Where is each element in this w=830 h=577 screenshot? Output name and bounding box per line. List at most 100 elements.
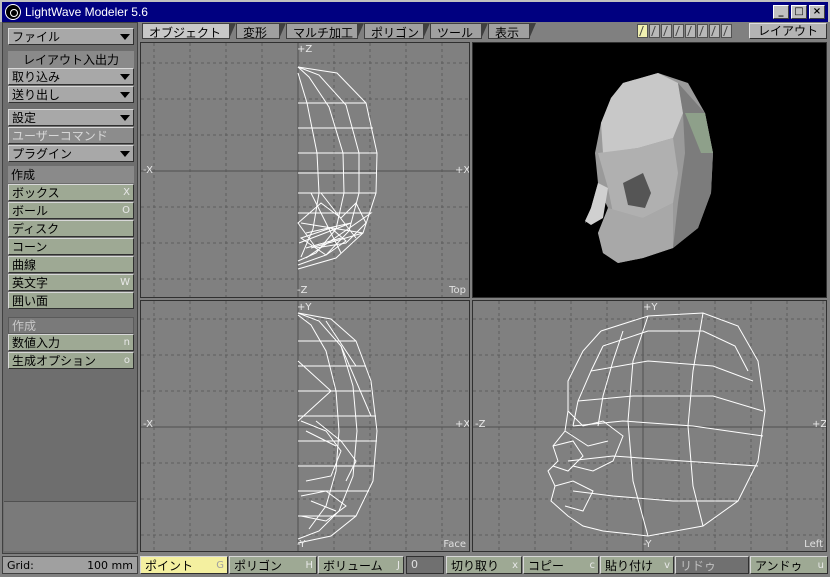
file-menu-label: ファイル	[12, 30, 61, 44]
undo-button[interactable]: アンドゥ u	[750, 556, 828, 574]
grid-size-display: Grid: 100 mm	[2, 556, 138, 574]
settings-menu[interactable]: 設定	[8, 109, 134, 126]
panel-bottom-area	[4, 501, 136, 551]
paste-label: 貼り付け	[605, 558, 654, 573]
bottom-toolbar: Grid: 100 mm ポイント G ポリゴン H ボリューム J 0 切り取…	[0, 554, 830, 577]
tab-object[interactable]: オブジェクト	[142, 23, 236, 40]
wireframe-top	[297, 66, 378, 270]
layer-button[interactable]	[709, 24, 720, 38]
axis-label: +Z	[812, 419, 827, 430]
text-button[interactable]: 英文字 W	[8, 274, 134, 291]
plugins-menu[interactable]: プラグイン	[8, 145, 134, 162]
axis-label: -X	[143, 165, 153, 176]
numeric-input-button[interactable]: 数値入力 n	[8, 334, 134, 351]
axis-label: -Z	[297, 285, 308, 296]
copy-button[interactable]: コピー c	[523, 556, 599, 574]
shortcut-key: J	[397, 559, 400, 571]
box-label: ボックス	[12, 186, 60, 200]
axis-label: -Z	[475, 419, 486, 430]
curve-button[interactable]: 曲線	[8, 256, 134, 273]
create-header-2: 作成	[8, 317, 134, 334]
text-label: 英文字	[12, 276, 49, 290]
numeric-input-label: 数値入力	[12, 336, 61, 350]
app-icon	[5, 4, 21, 20]
point-mode-button[interactable]: ポイント G	[140, 556, 228, 574]
layer-button[interactable]	[721, 24, 732, 38]
axis-label: -Y	[643, 539, 652, 550]
curve-label: 曲線	[12, 258, 37, 272]
cut-button[interactable]: 切り取り x	[446, 556, 522, 574]
axis-label: +X	[455, 165, 470, 176]
gen-options-button[interactable]: 生成オプション o	[8, 352, 134, 369]
minimize-button[interactable]: _	[773, 5, 789, 19]
maximize-button[interactable]: □	[791, 5, 807, 19]
dropdown-arrow-icon	[120, 91, 130, 98]
shortcut-key: c	[589, 559, 596, 571]
axis-label: +X	[455, 419, 470, 430]
paste-button[interactable]: 貼り付け v	[600, 556, 674, 574]
shortcut-key: O	[122, 205, 130, 216]
shortcut-key: v	[664, 559, 670, 571]
layer-button[interactable]	[661, 24, 672, 38]
ball-label: ボール	[12, 204, 49, 218]
polygon-mode-button[interactable]: ポリゴン H	[229, 556, 317, 574]
selection-count: 0	[406, 556, 444, 574]
shortcut-key: H	[305, 559, 313, 571]
disc-button[interactable]: ディスク	[8, 220, 134, 237]
redo-button: リドゥ	[675, 556, 749, 574]
layout-io-header: レイアウト入出力	[8, 51, 134, 68]
cone-button[interactable]: コーン	[8, 238, 134, 255]
layer-button[interactable]	[649, 24, 660, 38]
tab-polygon[interactable]: ポリゴン	[364, 23, 430, 40]
export-menu[interactable]: 送り出し	[8, 86, 134, 103]
layer-button[interactable]	[685, 24, 696, 38]
viewport-name: Face	[443, 539, 466, 550]
volume-mode-button[interactable]: ボリューム J	[318, 556, 404, 574]
import-menu[interactable]: 取り込み	[8, 68, 134, 85]
shaded-head-model	[585, 73, 713, 263]
cone-label: コーン	[12, 240, 48, 254]
gen-options-label: 生成オプション	[12, 354, 97, 368]
layer-button[interactable]	[673, 24, 684, 38]
wireframe-face	[297, 312, 378, 544]
dropdown-arrow-icon	[120, 73, 130, 80]
box-button[interactable]: ボックス X	[8, 184, 134, 201]
viewport-perspective[interactable]	[472, 42, 827, 298]
file-menu[interactable]: ファイル	[8, 28, 134, 45]
tab-tools[interactable]: ツール	[430, 23, 488, 40]
shortcut-key: o	[123, 355, 130, 366]
shortcut-key: W	[120, 277, 130, 288]
close-button[interactable]: ×	[809, 5, 825, 19]
point-mode-label: ポイント	[145, 558, 194, 573]
axis-label: +Z	[297, 44, 313, 55]
shortcut-key: n	[123, 337, 130, 348]
left-panel: ファイル レイアウト入出力 取り込み 送り出し 設定 ユーザーコマンド プラグイ…	[2, 22, 138, 554]
layer-button[interactable]	[637, 24, 648, 38]
import-label: 取り込み	[12, 70, 61, 84]
tab-modify[interactable]: 変形	[236, 23, 286, 40]
shortcut-key: u	[817, 559, 824, 571]
layer-button[interactable]	[697, 24, 708, 38]
dropdown-arrow-icon	[120, 114, 130, 121]
grid-label: Grid:	[7, 558, 34, 572]
viewport-left[interactable]: +Y -Y -Z +Z Left	[472, 300, 827, 552]
layer-buttons	[637, 24, 732, 38]
window-title: LightWave Modeler 5.6	[25, 5, 148, 19]
viewport-face[interactable]: +Y -Y -X +X Face	[140, 300, 470, 552]
axis-label: -Y	[297, 539, 306, 550]
user-commands-button: ユーザーコマンド	[8, 127, 134, 144]
enclosed-face-button[interactable]: 囲い面	[8, 292, 134, 309]
tab-display[interactable]: 表示	[488, 23, 536, 40]
export-label: 送り出し	[12, 88, 61, 102]
copy-label: コピー	[528, 558, 565, 573]
layout-switch-button[interactable]: レイアウト	[749, 23, 827, 39]
ball-button[interactable]: ボール O	[8, 202, 134, 219]
axis-label: +Y	[297, 302, 312, 313]
dropdown-arrow-icon	[120, 33, 130, 40]
redo-label: リドゥ	[680, 558, 717, 573]
tab-multiply[interactable]: マルチ加工	[286, 23, 364, 40]
disc-label: ディスク	[12, 222, 60, 236]
polygon-mode-label: ポリゴン	[234, 558, 283, 573]
viewport-top[interactable]: +Z -Z -X +X Top	[140, 42, 470, 298]
volume-mode-label: ボリューム	[323, 558, 383, 573]
